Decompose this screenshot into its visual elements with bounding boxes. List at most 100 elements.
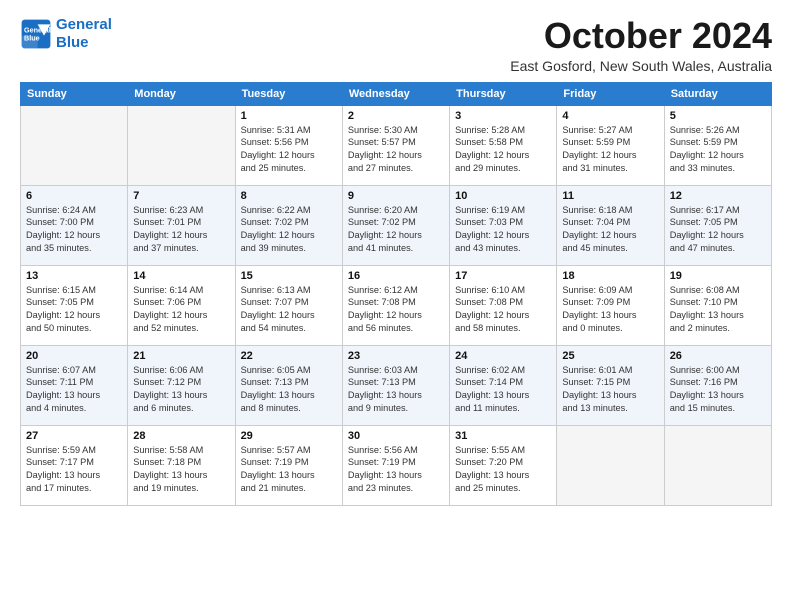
calendar-cell: 2 Sunrise: 5:30 AM Sunset: 5:57 PM Daylig… bbox=[342, 105, 449, 185]
calendar-cell: 15Sunrise: 6:13 AM Sunset: 7:07 PM Dayli… bbox=[235, 265, 342, 345]
day-detail: Sunrise: 5:59 AM Sunset: 7:17 PM Dayligh… bbox=[26, 444, 122, 496]
day-number: 29 bbox=[241, 430, 337, 442]
day-detail: Sunrise: 6:17 AM Sunset: 7:05 PM Dayligh… bbox=[670, 204, 766, 256]
col-header-sunday: Sunday bbox=[21, 82, 128, 105]
calendar-cell: 1Sunrise: 5:31 AM Sunset: 5:56 PM Daylig… bbox=[235, 105, 342, 185]
calendar-cell: 4Sunrise: 5:27 AM Sunset: 5:59 PM Daylig… bbox=[557, 105, 664, 185]
day-detail: Sunrise: 6:12 AM Sunset: 7:08 PM Dayligh… bbox=[348, 284, 444, 336]
day-number: 19 bbox=[670, 270, 766, 282]
col-header-monday: Monday bbox=[128, 82, 235, 105]
day-number: 22 bbox=[241, 350, 337, 362]
day-detail: Sunrise: 6:22 AM Sunset: 7:02 PM Dayligh… bbox=[241, 204, 337, 256]
day-number: 15 bbox=[241, 270, 337, 282]
day-detail: Sunrise: 5:58 AM Sunset: 7:18 PM Dayligh… bbox=[133, 444, 229, 496]
day-detail: Sunrise: 6:00 AM Sunset: 7:16 PM Dayligh… bbox=[670, 364, 766, 416]
calendar-table: SundayMondayTuesdayWednesdayThursdayFrid… bbox=[20, 82, 772, 506]
col-header-tuesday: Tuesday bbox=[235, 82, 342, 105]
calendar-week-2: 6Sunrise: 6:24 AM Sunset: 7:00 PM Daylig… bbox=[21, 185, 772, 265]
calendar-cell: 8 Sunrise: 6:22 AM Sunset: 7:02 PM Daylig… bbox=[235, 185, 342, 265]
day-number: 25 bbox=[562, 350, 658, 362]
day-detail: Sunrise: 6:20 AM Sunset: 7:02 PM Dayligh… bbox=[348, 204, 444, 256]
calendar-cell: 11Sunrise: 6:18 AM Sunset: 7:04 PM Dayli… bbox=[557, 185, 664, 265]
day-number: 18 bbox=[562, 270, 658, 282]
day-number: 14 bbox=[133, 270, 229, 282]
calendar-cell: 7Sunrise: 6:23 AM Sunset: 7:01 PM Daylig… bbox=[128, 185, 235, 265]
day-detail: Sunrise: 6:09 AM Sunset: 7:09 PM Dayligh… bbox=[562, 284, 658, 336]
month-title: October 2024 bbox=[510, 16, 772, 56]
calendar-cell: 10 Sunrise: 6:19 AM Sunset: 7:03 PM Dayli… bbox=[450, 185, 557, 265]
location-subtitle: East Gosford, New South Wales, Australia bbox=[510, 58, 772, 74]
day-detail: Sunrise: 6:02 AM Sunset: 7:14 PM Dayligh… bbox=[455, 364, 551, 416]
calendar-week-1: 1Sunrise: 5:31 AM Sunset: 5:56 PM Daylig… bbox=[21, 105, 772, 185]
calendar-cell: 5Sunrise: 5:26 AM Sunset: 5:59 PM Daylig… bbox=[664, 105, 771, 185]
calendar-header-row: SundayMondayTuesdayWednesdayThursdayFrid… bbox=[21, 82, 772, 105]
calendar-cell: 6Sunrise: 6:24 AM Sunset: 7:00 PM Daylig… bbox=[21, 185, 128, 265]
day-detail: Sunrise: 5:27 AM Sunset: 5:59 PM Dayligh… bbox=[562, 124, 658, 176]
col-header-saturday: Saturday bbox=[664, 82, 771, 105]
calendar-cell bbox=[664, 425, 771, 505]
calendar-cell bbox=[557, 425, 664, 505]
day-number: 13 bbox=[26, 270, 122, 282]
calendar-cell: 26Sunrise: 6:00 AM Sunset: 7:16 PM Dayli… bbox=[664, 345, 771, 425]
calendar-cell: 29 Sunrise: 5:57 AM Sunset: 7:19 PM Dayli… bbox=[235, 425, 342, 505]
day-number: 2 bbox=[348, 110, 444, 122]
day-number: 8 bbox=[241, 190, 337, 202]
calendar-cell: 19Sunrise: 6:08 AM Sunset: 7:10 PM Dayli… bbox=[664, 265, 771, 345]
calendar-cell: 9 Sunrise: 6:20 AM Sunset: 7:02 PM Daylig… bbox=[342, 185, 449, 265]
day-detail: Sunrise: 6:07 AM Sunset: 7:11 PM Dayligh… bbox=[26, 364, 122, 416]
day-detail: Sunrise: 5:56 AM Sunset: 7:19 PM Dayligh… bbox=[348, 444, 444, 496]
day-number: 10 bbox=[455, 190, 551, 202]
day-number: 28 bbox=[133, 430, 229, 442]
day-number: 3 bbox=[455, 110, 551, 122]
calendar-cell: 28 Sunrise: 5:58 AM Sunset: 7:18 PM Dayli… bbox=[128, 425, 235, 505]
day-number: 21 bbox=[133, 350, 229, 362]
day-detail: Sunrise: 5:31 AM Sunset: 5:56 PM Dayligh… bbox=[241, 124, 337, 176]
calendar-cell: 27 Sunrise: 5:59 AM Sunset: 7:17 PM Dayli… bbox=[21, 425, 128, 505]
col-header-thursday: Thursday bbox=[450, 82, 557, 105]
calendar-cell: 31 Sunrise: 5:55 AM Sunset: 7:20 PM Dayli… bbox=[450, 425, 557, 505]
day-number: 9 bbox=[348, 190, 444, 202]
logo-icon: General Blue bbox=[20, 18, 52, 50]
day-detail: Sunrise: 6:05 AM Sunset: 7:13 PM Dayligh… bbox=[241, 364, 337, 416]
calendar-cell: 13 Sunrise: 6:15 AM Sunset: 7:05 PM Dayli… bbox=[21, 265, 128, 345]
calendar-week-4: 20Sunrise: 6:07 AM Sunset: 7:11 PM Dayli… bbox=[21, 345, 772, 425]
calendar-cell: 14 Sunrise: 6:14 AM Sunset: 7:06 PM Dayli… bbox=[128, 265, 235, 345]
day-detail: Sunrise: 6:24 AM Sunset: 7:00 PM Dayligh… bbox=[26, 204, 122, 256]
day-number: 24 bbox=[455, 350, 551, 362]
day-number: 5 bbox=[670, 110, 766, 122]
day-detail: Sunrise: 5:28 AM Sunset: 5:58 PM Dayligh… bbox=[455, 124, 551, 176]
logo: General Blue General Blue bbox=[20, 16, 112, 52]
calendar-cell: 25Sunrise: 6:01 AM Sunset: 7:15 PM Dayli… bbox=[557, 345, 664, 425]
calendar-week-5: 27 Sunrise: 5:59 AM Sunset: 7:17 PM Dayli… bbox=[21, 425, 772, 505]
logo-text: General Blue bbox=[56, 16, 112, 52]
day-detail: Sunrise: 5:30 AM Sunset: 5:57 PM Dayligh… bbox=[348, 124, 444, 176]
page-container: General Blue General Blue October 2024 E… bbox=[0, 0, 792, 516]
day-number: 30 bbox=[348, 430, 444, 442]
calendar-cell: 23 Sunrise: 6:03 AM Sunset: 7:13 PM Dayli… bbox=[342, 345, 449, 425]
calendar-cell: 16 Sunrise: 6:12 AM Sunset: 7:08 PM Dayli… bbox=[342, 265, 449, 345]
col-header-friday: Friday bbox=[557, 82, 664, 105]
day-number: 16 bbox=[348, 270, 444, 282]
calendar-cell: 21 Sunrise: 6:06 AM Sunset: 7:12 PM Dayli… bbox=[128, 345, 235, 425]
day-detail: Sunrise: 6:19 AM Sunset: 7:03 PM Dayligh… bbox=[455, 204, 551, 256]
calendar-cell bbox=[128, 105, 235, 185]
day-number: 12 bbox=[670, 190, 766, 202]
day-number: 27 bbox=[26, 430, 122, 442]
calendar-cell: 12 Sunrise: 6:17 AM Sunset: 7:05 PM Dayli… bbox=[664, 185, 771, 265]
day-detail: Sunrise: 5:55 AM Sunset: 7:20 PM Dayligh… bbox=[455, 444, 551, 496]
calendar-cell: 17Sunrise: 6:10 AM Sunset: 7:08 PM Dayli… bbox=[450, 265, 557, 345]
day-detail: Sunrise: 6:18 AM Sunset: 7:04 PM Dayligh… bbox=[562, 204, 658, 256]
day-detail: Sunrise: 6:06 AM Sunset: 7:12 PM Dayligh… bbox=[133, 364, 229, 416]
calendar-cell: 30 Sunrise: 5:56 AM Sunset: 7:19 PM Dayli… bbox=[342, 425, 449, 505]
day-number: 7 bbox=[133, 190, 229, 202]
calendar-cell: 18 Sunrise: 6:09 AM Sunset: 7:09 PM Dayli… bbox=[557, 265, 664, 345]
day-number: 23 bbox=[348, 350, 444, 362]
calendar-cell bbox=[21, 105, 128, 185]
day-detail: Sunrise: 6:15 AM Sunset: 7:05 PM Dayligh… bbox=[26, 284, 122, 336]
day-detail: Sunrise: 6:14 AM Sunset: 7:06 PM Dayligh… bbox=[133, 284, 229, 336]
day-number: 31 bbox=[455, 430, 551, 442]
calendar-cell: 3 Sunrise: 5:28 AM Sunset: 5:58 PM Daylig… bbox=[450, 105, 557, 185]
day-detail: Sunrise: 5:57 AM Sunset: 7:19 PM Dayligh… bbox=[241, 444, 337, 496]
day-detail: Sunrise: 6:03 AM Sunset: 7:13 PM Dayligh… bbox=[348, 364, 444, 416]
calendar-cell: 22 Sunrise: 6:05 AM Sunset: 7:13 PM Dayli… bbox=[235, 345, 342, 425]
